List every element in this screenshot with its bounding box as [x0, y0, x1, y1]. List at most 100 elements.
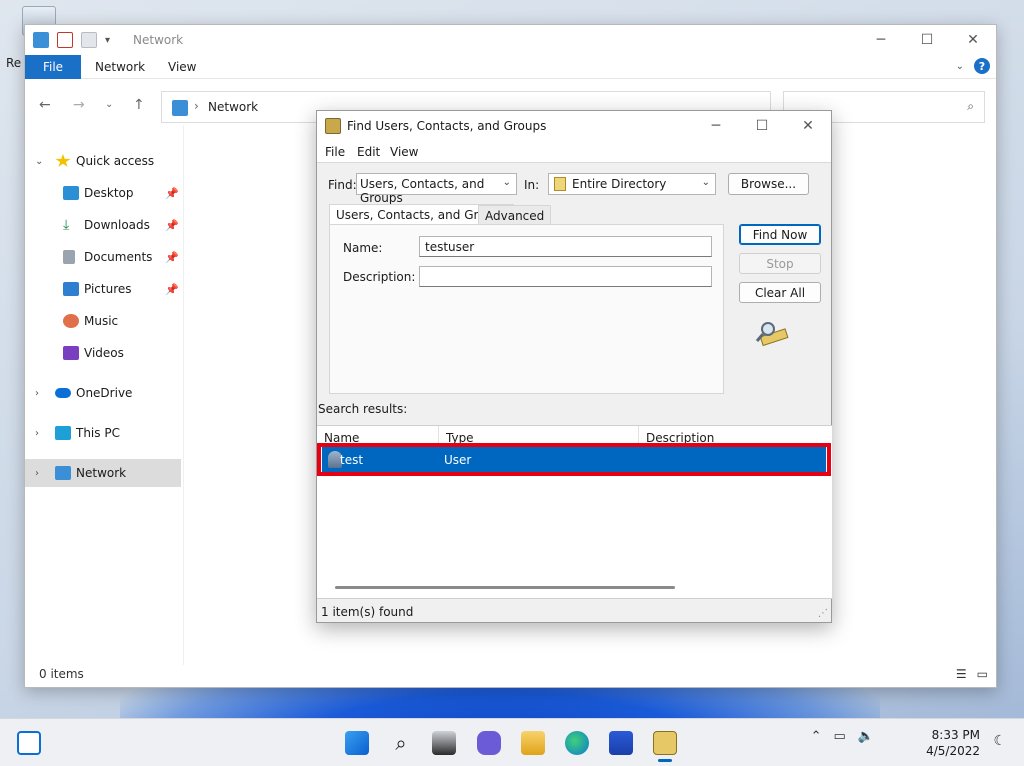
item-count: 0 items	[39, 667, 84, 681]
annotation-highlight-box	[317, 443, 831, 476]
breadcrumb-separator-icon: ›	[194, 99, 199, 113]
address-text: Network	[208, 100, 259, 114]
find-users-dialog: Find Users, Contacts, and Groups ─ ☐ ✕ F…	[316, 110, 832, 623]
close-button[interactable]: ✕	[785, 111, 831, 141]
description-field[interactable]	[419, 266, 712, 287]
maximize-button[interactable]: ☐	[904, 25, 950, 55]
network-icon	[55, 466, 71, 480]
sidebar-item-network[interactable]: › Network	[25, 459, 181, 487]
tab-advanced[interactable]: Advanced	[478, 205, 552, 225]
search-animation-icon	[755, 322, 789, 347]
network-icon	[33, 32, 49, 48]
find-now-button[interactable]: Find Now	[739, 224, 821, 245]
sidebar-item-label: This PC	[76, 426, 120, 440]
pin-icon[interactable]: 📌	[165, 251, 179, 264]
resize-grip-icon[interactable]: ⋰	[818, 608, 828, 619]
ribbon-file-tab[interactable]: File	[25, 55, 81, 79]
back-icon[interactable]: ←	[39, 97, 51, 113]
chevron-right-icon[interactable]: ›	[35, 428, 39, 439]
find-users-app-icon[interactable]	[653, 731, 677, 755]
recent-locations-icon[interactable]: ⌄	[105, 99, 113, 110]
start-icon[interactable]	[345, 731, 369, 755]
search-criteria-panel: Name: testuser Description:	[329, 224, 724, 394]
network-icon	[172, 100, 188, 116]
sidebar-item-label: Music	[84, 314, 119, 328]
documents-icon	[63, 250, 75, 264]
clock[interactable]: 8:33 PM 4/5/2022	[926, 727, 980, 759]
ribbon-tab-network[interactable]: Network	[95, 60, 145, 74]
dialog-menubar: File Edit View	[317, 141, 831, 163]
ribbon-tab-view[interactable]: View	[168, 60, 196, 74]
horizontal-scrollbar[interactable]	[335, 586, 675, 589]
chevron-right-icon[interactable]: ›	[35, 388, 39, 399]
maximize-button[interactable]: ☐	[739, 111, 785, 141]
stop-button[interactable]: Stop	[739, 253, 821, 274]
menu-edit[interactable]: Edit	[357, 145, 380, 159]
chat-icon[interactable]	[477, 731, 501, 755]
sidebar-item-quick-access[interactable]: ⌄ Quick access	[25, 147, 181, 175]
sidebar-item-label: Quick access	[76, 154, 155, 168]
close-button[interactable]: ✕	[950, 25, 996, 55]
name-field[interactable]: testuser	[419, 236, 712, 257]
find-type-select[interactable]: Users, Contacts, and Groups ⌄	[356, 173, 517, 205]
minimize-button[interactable]: ─	[858, 25, 904, 55]
notifications-icon[interactable]: ☾	[993, 733, 1006, 749]
browse-button[interactable]: Browse...	[728, 173, 809, 195]
network-status-icon[interactable]: ▭	[834, 729, 846, 744]
sidebar-item-music[interactable]: Music	[25, 307, 181, 335]
help-icon[interactable]: ?	[974, 58, 990, 74]
sidebar-item-label: Videos	[84, 346, 124, 360]
file-explorer-icon[interactable]	[521, 731, 545, 755]
new-folder-icon[interactable]	[81, 32, 97, 48]
window-title: Network	[133, 33, 184, 47]
desktop-icon-label: Re	[6, 56, 22, 70]
ribbon: File Network View ⌄ ?	[25, 55, 996, 79]
edge-icon[interactable]	[565, 731, 589, 755]
description-label: Description:	[343, 270, 416, 284]
star-icon	[55, 154, 71, 167]
sidebar-item-videos[interactable]: Videos	[25, 339, 181, 367]
search-icon[interactable]: ⌕	[389, 731, 413, 755]
store-icon[interactable]	[609, 731, 633, 755]
pictures-icon	[63, 282, 79, 296]
up-icon[interactable]: ↑	[133, 97, 145, 113]
find-icon	[325, 118, 341, 134]
sidebar-item-this-pc[interactable]: › This PC	[25, 419, 181, 447]
sidebar-item-downloads[interactable]: ⤓ Downloads 📌	[25, 211, 181, 239]
sidebar-item-desktop[interactable]: Desktop 📌	[25, 179, 181, 207]
chevron-down-icon: ⌄	[701, 177, 710, 188]
menu-file[interactable]: File	[325, 145, 345, 159]
sidebar-item-documents[interactable]: Documents 📌	[25, 243, 181, 271]
forward-icon[interactable]: →	[73, 97, 85, 113]
large-icons-view-icon[interactable]: ▭	[977, 667, 988, 681]
show-hidden-icons-icon[interactable]: ⌃	[811, 729, 822, 744]
expand-ribbon-icon[interactable]: ⌄	[956, 61, 964, 72]
details-view-icon[interactable]: ☰	[956, 667, 967, 681]
pin-icon[interactable]: 📌	[165, 187, 179, 200]
pin-icon[interactable]: 📌	[165, 283, 179, 296]
in-location-value: Entire Directory	[572, 177, 667, 191]
chevron-right-icon[interactable]: ›	[35, 468, 39, 479]
clear-all-button[interactable]: Clear All	[739, 282, 821, 303]
minimize-button[interactable]: ─	[693, 111, 739, 141]
task-view-icon[interactable]	[432, 731, 456, 755]
search-results-label: Search results:	[318, 402, 408, 416]
menu-view[interactable]: View	[390, 145, 418, 159]
chevron-down-icon[interactable]: ⌄	[35, 156, 43, 167]
sidebar-item-pictures[interactable]: Pictures 📌	[25, 275, 181, 303]
name-label: Name:	[343, 241, 383, 255]
sidebar-item-label: Desktop	[84, 186, 134, 200]
pin-icon[interactable]: 📌	[165, 219, 179, 232]
dialog-status: 1 item(s) found	[321, 605, 414, 619]
sidebar-item-label: Downloads	[84, 218, 150, 232]
taskbar: ⌕ ⌃ ▭ 🔈 8:33 PM 4/5/2022 ☾	[0, 718, 1024, 766]
sidebar-item-onedrive[interactable]: › OneDrive	[25, 379, 181, 407]
in-location-select[interactable]: Entire Directory ⌄	[548, 173, 716, 195]
properties-icon[interactable]	[57, 32, 73, 48]
widgets-icon[interactable]	[17, 731, 41, 755]
search-results-list[interactable]: Name Type Description test User	[317, 425, 832, 599]
download-icon: ⤓	[63, 217, 70, 233]
music-icon	[63, 314, 79, 328]
quick-access-dropdown-icon[interactable]: ▾	[105, 35, 110, 46]
volume-icon[interactable]: 🔈	[858, 729, 874, 744]
